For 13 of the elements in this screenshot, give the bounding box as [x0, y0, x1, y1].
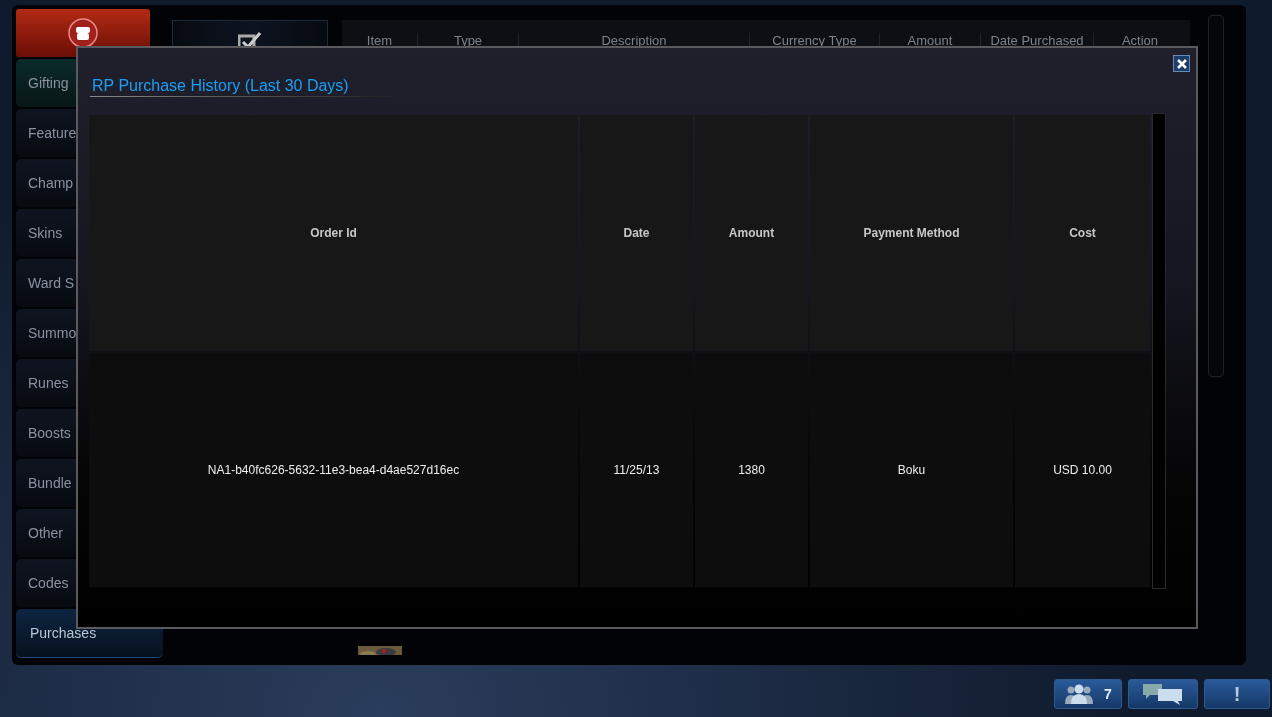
column-header: Order Id: [89, 115, 578, 351]
table-cell: 11/25/13: [580, 353, 693, 587]
column-header: Cost: [1015, 115, 1150, 351]
table-cell: NA1-b40fc626-5632-11e3-bea4-d4ae527d16ec: [89, 353, 578, 587]
column-header: Date: [580, 115, 693, 351]
column-header: Amount: [695, 115, 808, 351]
table-cell: 1380: [695, 353, 808, 587]
table-cell: USD 10.00: [1015, 353, 1150, 587]
dialog-title: RP Purchase History (Last 30 Days): [90, 77, 392, 97]
table-cell: Boku: [810, 353, 1013, 587]
friends-count: 7: [1104, 686, 1112, 702]
column-header: Payment Method: [810, 115, 1013, 351]
column-header: Action: [1120, 33, 1160, 50]
